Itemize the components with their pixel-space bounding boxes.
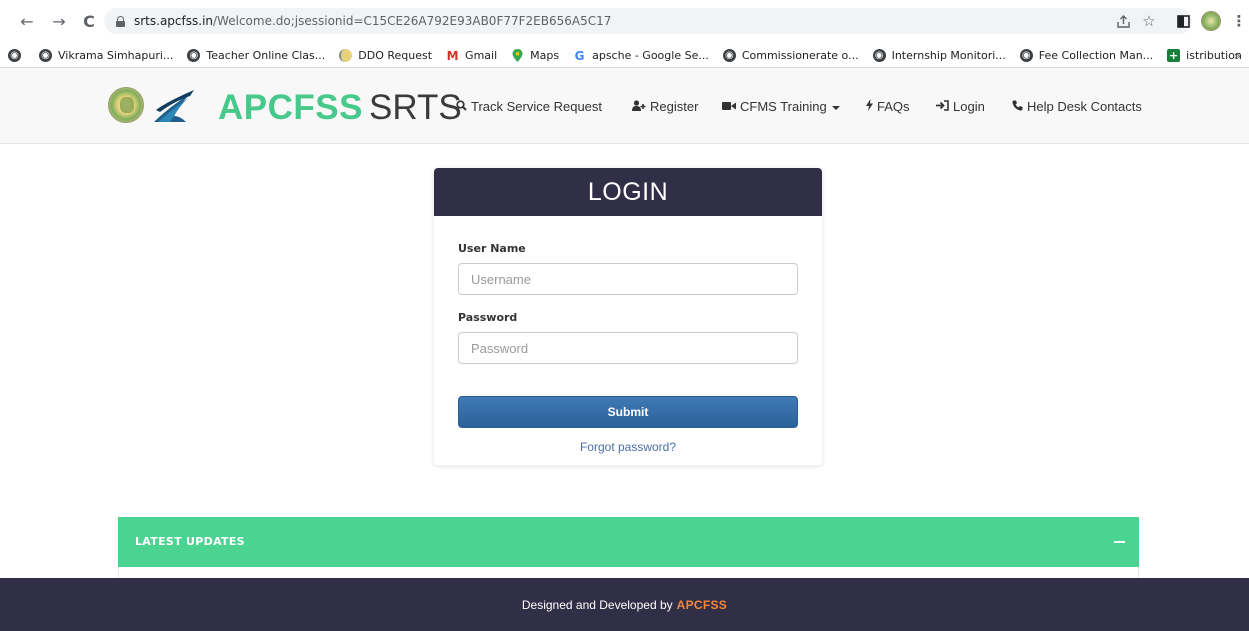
bookmark-item[interactable]: ◉ xyxy=(8,49,27,62)
nav-label: Track Service Request xyxy=(471,99,603,114)
username-input[interactable] xyxy=(458,263,798,295)
latest-updates-panel: LATEST UPDATES xyxy=(118,517,1139,567)
sheets-plus-icon: + xyxy=(1167,49,1181,62)
globe-icon: ◉ xyxy=(722,49,736,62)
bookmarks-bar: ◉ ◉ Vikrama Simhapuri... ◉ Teacher Onlin… xyxy=(0,44,1249,68)
nav-cfms-training[interactable]: CFMS Training xyxy=(722,99,840,114)
profile-avatar[interactable] xyxy=(1200,10,1222,32)
bookmark-item[interactable]: ◉ Internship Monitori... xyxy=(872,49,1006,62)
lock-icon xyxy=(116,15,125,27)
phone-icon xyxy=(1012,100,1023,114)
login-card: LOGIN User Name Password Submit Forgot p… xyxy=(434,168,822,465)
url-path: /Welcome.do;jsessionid=C15CE26A792E93AB0… xyxy=(213,14,612,28)
video-camera-icon xyxy=(722,100,736,114)
chevron-down-icon xyxy=(831,105,840,110)
globe-icon: ◉ xyxy=(1019,49,1033,62)
address-bar[interactable]: srts.apcfss.in /Welcome.do;jsessionid=C1… xyxy=(104,8,1192,34)
globe-icon: ◉ xyxy=(39,49,52,62)
bookmark-label: DDO Request xyxy=(358,49,433,62)
footer-brand: APCFSS xyxy=(676,597,728,612)
latest-updates-title: LATEST UPDATES xyxy=(135,535,245,548)
star-icon[interactable]: ☆ xyxy=(1140,10,1158,32)
side-panel-icon[interactable] xyxy=(1174,10,1192,32)
bookmark-item[interactable]: ◉ Vikrama Simhapuri... xyxy=(39,49,173,62)
search-icon xyxy=(456,99,467,114)
site-brand[interactable]: APCFSS SRTS xyxy=(218,88,462,128)
nav-help-desk-contacts[interactable]: Help Desk Contacts xyxy=(1012,99,1142,114)
back-arrow-icon[interactable]: ← xyxy=(16,10,38,32)
forward-arrow-icon[interactable]: → xyxy=(48,10,70,32)
share-icon[interactable] xyxy=(1114,10,1132,32)
ap-emblem-logo xyxy=(108,87,144,123)
password-label: Password xyxy=(458,311,518,324)
nav-label: CFMS Training xyxy=(740,99,827,114)
bookmark-item[interactable]: M Gmail xyxy=(446,48,498,63)
browser-toolbar: ← → C srts.apcfss.in /Welcome.do;jsessio… xyxy=(0,0,1249,44)
collapse-minus-icon[interactable] xyxy=(1114,541,1125,543)
bookmark-item[interactable]: Maps xyxy=(511,49,559,62)
browser-menu-icon[interactable]: ⋮ xyxy=(1232,10,1247,32)
bookmark-item[interactable]: ◉ Commissionerate o... xyxy=(722,49,859,62)
more-bookmarks-icon[interactable]: » xyxy=(1234,49,1241,63)
bookmark-item[interactable]: + istribution xyxy=(1167,49,1242,62)
bookmark-label: Maps xyxy=(530,49,560,62)
bookmark-label: Vikrama Simhapuri... xyxy=(58,49,174,62)
sign-in-icon xyxy=(936,99,949,114)
emblem-icon xyxy=(339,49,353,62)
nav-login[interactable]: Login xyxy=(936,99,985,114)
brand-primary: APCFSS xyxy=(218,88,363,127)
nav-label: FAQs xyxy=(877,99,910,114)
google-icon: G xyxy=(574,48,585,63)
login-title: LOGIN xyxy=(434,168,822,216)
bolt-icon xyxy=(866,99,873,114)
site-footer: Designed and Developed by APCFSS xyxy=(0,578,1249,631)
nav-label: Help Desk Contacts xyxy=(1027,99,1142,114)
bookmark-item[interactable]: G apsche - Google Se... xyxy=(573,48,709,63)
globe-icon: ◉ xyxy=(872,49,886,62)
nav-register[interactable]: Register xyxy=(632,99,698,114)
maps-icon xyxy=(511,49,524,62)
bookmark-label: Commissionerate o... xyxy=(741,49,859,62)
bookmark-label: Teacher Online Clas... xyxy=(206,49,326,62)
bookmark-label: apsche - Google Se... xyxy=(592,49,709,62)
url-host: srts.apcfss.in xyxy=(134,14,214,28)
nav-faqs[interactable]: FAQs xyxy=(866,99,910,114)
apcfss-logo xyxy=(154,90,194,122)
bookmark-label: Gmail xyxy=(465,49,498,62)
bookmark-item[interactable]: ◉ Teacher Online Clas... xyxy=(187,49,325,62)
username-label: User Name xyxy=(458,242,526,255)
reload-icon[interactable]: C xyxy=(78,10,100,32)
nav-track-service-request[interactable]: Track Service Request xyxy=(456,99,602,114)
gmail-icon: M xyxy=(446,48,459,63)
brand-secondary: SRTS xyxy=(368,88,462,127)
globe-icon: ◉ xyxy=(8,49,21,62)
site-header: APCFSS SRTS Track Service Request Regist… xyxy=(0,68,1249,144)
globe-icon: ◉ xyxy=(187,49,201,62)
bookmark-item[interactable]: DDO Request xyxy=(339,49,432,62)
nav-label: Register xyxy=(650,99,699,114)
forgot-password-link[interactable]: Forgot password? xyxy=(434,440,822,454)
bookmark-label: Fee Collection Man... xyxy=(1038,49,1154,62)
nav-label: Login xyxy=(953,99,985,114)
submit-button[interactable]: Submit xyxy=(458,396,798,428)
password-input[interactable] xyxy=(458,332,798,364)
bookmark-item[interactable]: ◉ Fee Collection Man... xyxy=(1019,49,1154,62)
add-user-icon xyxy=(632,99,646,114)
footer-text: Designed and Developed by xyxy=(521,597,673,612)
bookmark-label: Internship Monitori... xyxy=(891,49,1006,62)
